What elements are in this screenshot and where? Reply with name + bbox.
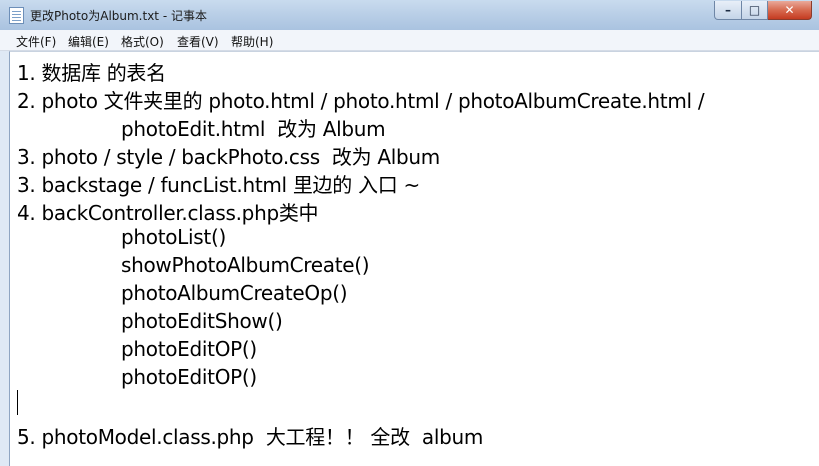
text-line: photoEditShow() bbox=[121, 309, 283, 333]
text-line: photoEditOP() bbox=[121, 337, 257, 361]
menu-file[interactable]: 文件(F) bbox=[16, 33, 56, 50]
minimize-icon: – bbox=[725, 3, 731, 17]
text-caret bbox=[17, 390, 18, 415]
maximize-button[interactable]: □ bbox=[742, 1, 768, 20]
menu-view[interactable]: 查看(V) bbox=[177, 33, 219, 50]
maximize-icon: □ bbox=[748, 3, 761, 17]
menu-help[interactable]: 帮助(H) bbox=[231, 33, 273, 50]
text-line: photoAlbumCreateOp() bbox=[121, 281, 348, 305]
close-button[interactable]: ✕ bbox=[768, 1, 812, 20]
notepad-icon bbox=[9, 7, 24, 24]
menu-format[interactable]: 格式(O) bbox=[121, 33, 164, 50]
menu-edit[interactable]: 编辑(E) bbox=[68, 33, 109, 50]
text-line: 4. backController.class.php类中 bbox=[17, 201, 319, 225]
text-line: 1. 数据库 的表名 bbox=[17, 61, 166, 85]
text-line: 3. photo / style / backPhoto.css 改为 Albu… bbox=[17, 145, 440, 169]
menu-bar: 文件(F) 编辑(E) 格式(O) 查看(V) 帮助(H) bbox=[0, 30, 819, 51]
close-icon: ✕ bbox=[784, 3, 795, 17]
text-editor[interactable]: 1. 数据库 的表名 2. photo 文件夹里的 photo.html / p… bbox=[9, 51, 819, 466]
text-line: photoEdit.html 改为 Album bbox=[121, 117, 386, 141]
text-line: 3. backstage / funcList.html 里边的 入口 ~ bbox=[17, 173, 420, 197]
text-line: photoList() bbox=[121, 225, 226, 249]
text-line: showPhotoAlbumCreate() bbox=[121, 253, 370, 277]
text-line: photoEditOP() bbox=[121, 365, 257, 389]
text-line: 5. photoModel.class.php 大工程！！ 全改 album bbox=[17, 425, 484, 449]
window-title: 更改Photo为Album.txt - 记事本 bbox=[30, 9, 207, 23]
minimize-button[interactable]: – bbox=[714, 1, 742, 20]
window-controls: – □ ✕ bbox=[714, 1, 812, 20]
title-bar[interactable]: 更改Photo为Album.txt - 记事本 – □ ✕ bbox=[0, 0, 819, 31]
text-line: 2. photo 文件夹里的 photo.html / photo.html /… bbox=[17, 89, 705, 113]
